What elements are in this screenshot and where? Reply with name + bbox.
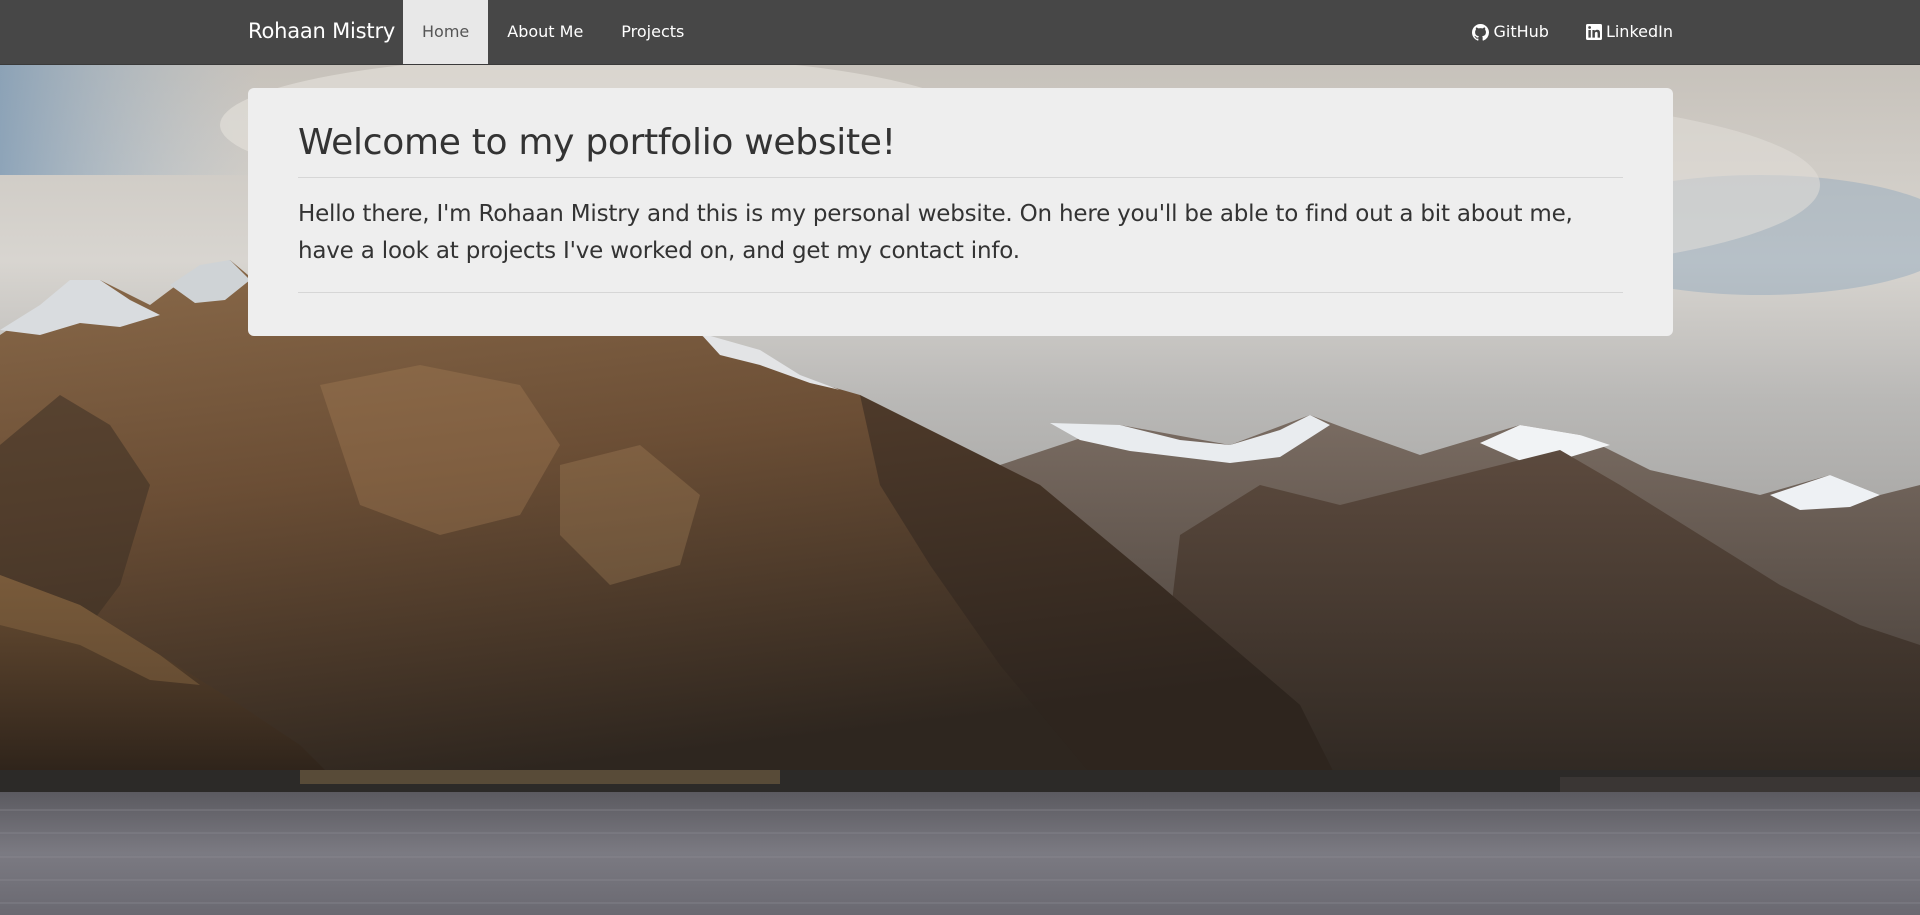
linkedin-link[interactable]: LinkedIn: [1549, 0, 1673, 64]
social-links: GitHub LinkedIn: [1435, 0, 1673, 64]
github-link[interactable]: GitHub: [1435, 0, 1549, 64]
title-divider: [298, 177, 1623, 178]
nav-about-link[interactable]: About Me: [488, 0, 602, 64]
nav-projects-link[interactable]: Projects: [602, 0, 703, 64]
linkedin-label: LinkedIn: [1605, 22, 1673, 41]
intro-paragraph: Hello there, I'm Rohaan Mistry and this …: [298, 201, 1573, 264]
navbar-container: Rohaan Mistry Home About Me Projects Git…: [248, 0, 1673, 64]
github-label: GitHub: [1493, 22, 1549, 41]
github-icon: [1472, 23, 1490, 41]
brand-link[interactable]: Rohaan Mistry: [248, 0, 395, 64]
nav-home-link[interactable]: Home: [403, 0, 489, 64]
welcome-jumbotron: Welcome to my portfolio website! Hello t…: [248, 88, 1673, 336]
intro-divider: [298, 292, 1623, 293]
nav-links: Home About Me Projects: [403, 0, 703, 64]
page-title: Welcome to my portfolio website!: [298, 122, 896, 163]
navbar: Rohaan Mistry Home About Me Projects Git…: [0, 0, 1920, 65]
linkedin-icon: [1585, 24, 1602, 40]
